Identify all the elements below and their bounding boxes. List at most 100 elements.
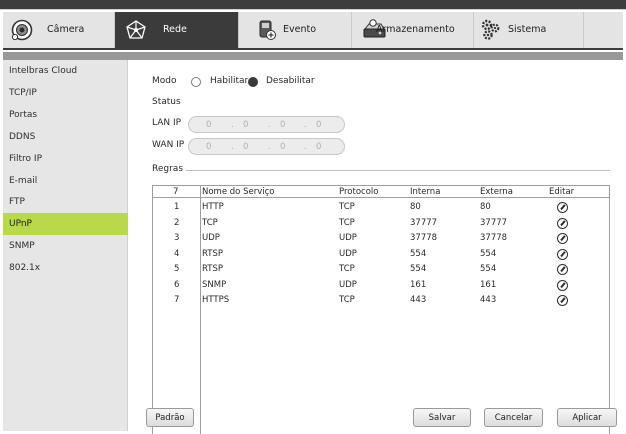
ip-separator: . [268,120,271,130]
gears-icon [480,19,502,41]
service-name-cell: HTTP [202,202,224,212]
table-header: 7 Nome do Serviço Protocolo Interna Exte… [153,186,609,198]
edit-icon[interactable] [557,248,568,260]
tab-event[interactable]: Evento [239,12,352,48]
edit-icon[interactable] [557,202,568,213]
apply-button[interactable]: Aplicar [557,408,617,427]
protocol-cell: TCP [339,295,355,305]
internal-port-cell: 37777 [410,217,438,228]
internal-port-cell: 37778 [410,233,438,243]
sidebar-item-ddns[interactable]: DDNS [3,126,128,148]
disable-radio[interactable] [248,77,258,87]
lan-ip-octet: 0 [243,120,249,130]
camera-icon [11,19,33,41]
tab-camera[interactable]: Câmera [3,12,115,48]
table-row[interactable]: 3 UDP UDP 37778 37778 [153,231,609,247]
external-port-cell: 37777 [480,217,508,228]
protocol-cell: TCP [339,217,355,228]
external-port-cell: 80 [480,202,491,212]
header-service-name: Nome do Serviço [202,187,275,197]
header-count: 7 [173,187,179,197]
internal-port-cell: 80 [410,202,421,212]
tab-system[interactable]: Sistema [474,12,584,48]
cancel-button[interactable]: Cancelar [484,408,543,427]
sidebar-item-portas[interactable]: Portas [3,104,128,126]
sidebar-item-upnp[interactable]: UPnP [3,213,128,235]
rules-table: 7 Nome do Serviço Protocolo Interna Exte… [152,185,610,434]
tab-system-label: Sistema [508,24,547,35]
mode-label: Modo [152,76,177,86]
sidebar-item-snmp[interactable]: SNMP [3,235,128,257]
lan-ip-octet: 0 [206,120,212,130]
enable-radio[interactable] [191,77,201,87]
internal-port-cell: 443 [410,295,427,305]
row-index: 2 [174,217,180,228]
edit-icon[interactable] [557,264,568,275]
row-index: 3 [174,233,180,243]
rules-divider [186,170,610,171]
row-index: 6 [174,279,180,290]
ip-separator: . [231,120,234,130]
tab-camera-label: Câmera [47,24,85,35]
tab-event-label: Evento [283,24,317,35]
protocol-cell: UDP [339,279,357,290]
tab-network[interactable]: Rede [115,12,239,48]
lan-ip-label: LAN IP [152,118,182,128]
sidebar-item-label: 802.1x [9,263,41,273]
table-row[interactable]: 5 RTSP TCP 554 554 [153,262,609,278]
protocol-cell: UDP [339,233,357,243]
header-external: Externa [480,187,513,197]
tab-storage-label: Armazenamento [376,24,455,35]
table-row[interactable]: 7 HTTPS TCP 443 443 [153,293,609,309]
sidebar-item-8021x[interactable]: 802.1x [3,257,128,279]
table-row[interactable]: 4 RTSP UDP 554 554 [153,247,609,263]
ip-separator: . [304,120,307,130]
wan-ip-octet: 0 [243,142,249,152]
header-edit: Editar [549,187,575,197]
header-internal: Interna [410,187,441,197]
wan-ip-octet: 0 [206,142,212,152]
sidebar-item-label: Filtro IP [9,154,43,164]
edit-icon[interactable] [557,279,568,291]
top-bar [0,0,626,10]
table-row[interactable]: 1 HTTP TCP 80 80 [153,200,609,216]
wan-ip-field[interactable]: 0 . 0 . 0 . 0 [188,138,345,155]
external-port-cell: 443 [480,295,497,305]
table-row[interactable]: 2 TCP TCP 37777 37777 [153,216,609,232]
sidebar-item-label: SNMP [9,241,35,251]
external-port-cell: 554 [480,248,497,259]
row-index: 7 [174,295,180,305]
sidebar-item-label: E-mail [9,176,38,186]
sidebar-item-label: Intelbras Cloud [9,66,78,76]
wan-ip-octet: 0 [316,142,322,152]
internal-port-cell: 161 [410,279,427,290]
service-name-cell: SNMP [202,279,227,290]
external-port-cell: 161 [480,279,497,290]
default-button[interactable]: Padrão [146,408,194,427]
sidebar-item-label: Portas [9,110,38,120]
sidebar-item-ftp[interactable]: FTP [3,191,128,213]
lan-ip-field[interactable]: 0 . 0 . 0 . 0 [188,116,345,133]
edit-icon[interactable] [557,217,568,229]
sidebar-item-tcp-ip[interactable]: TCP/IP [3,82,128,104]
table-row[interactable]: 6 SNMP UDP 161 161 [153,278,609,294]
main-panel: Modo Habilitar Desabilitar Status LAN IP… [129,60,623,434]
edit-icon[interactable] [557,295,568,306]
sidebar-item-email[interactable]: E-mail [3,170,128,192]
edit-icon[interactable] [557,233,568,244]
tab-storage[interactable]: Armazenamento [352,12,474,48]
protocol-cell: TCP [339,264,355,274]
event-icon [256,19,278,41]
separator-band [3,52,623,60]
lan-ip-octet: 0 [280,120,286,130]
internal-port-cell: 554 [410,248,427,259]
enable-label: Habilitar [210,76,249,86]
protocol-cell: TCP [339,202,355,212]
save-button[interactable]: Salvar [413,408,471,427]
sidebar-item-filtro-ip[interactable]: Filtro IP [3,148,128,170]
ip-separator: . [268,142,271,152]
sidebar: Intelbras Cloud TCP/IP Portas DDNS Filtr… [3,60,128,431]
service-name-cell: TCP [202,217,218,228]
disable-label: Desabilitar [266,76,315,86]
sidebar-item-intelbras-cloud[interactable]: Intelbras Cloud [3,60,128,82]
